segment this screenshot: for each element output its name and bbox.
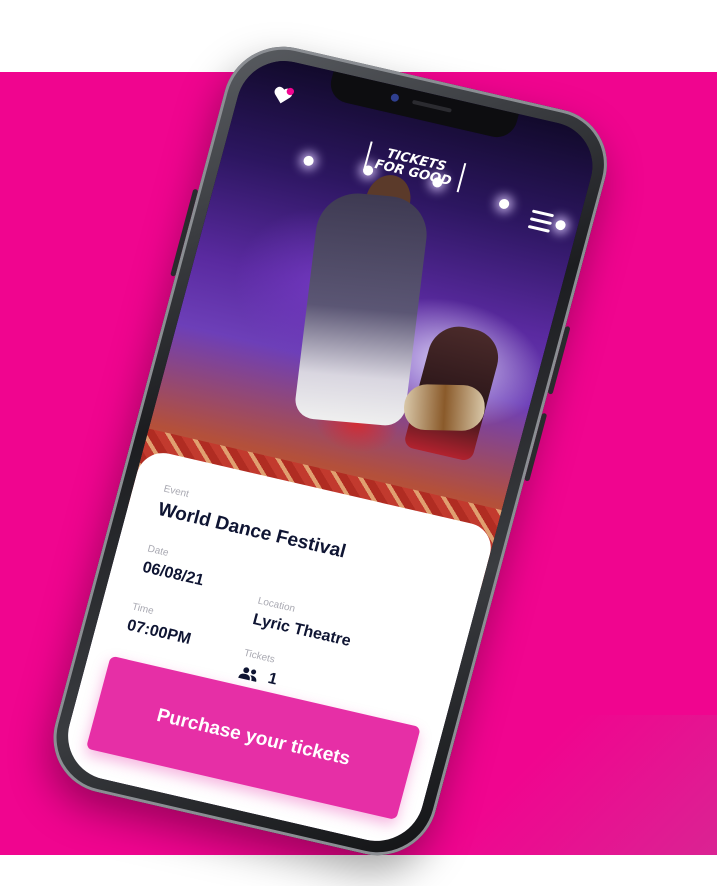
hamburger-line — [529, 217, 553, 226]
time-value: 07:00PM — [125, 616, 193, 648]
tickets-count: 1 — [266, 670, 280, 689]
speaker-grille — [411, 99, 452, 113]
event-label: Event — [162, 483, 191, 501]
people-icon — [238, 667, 257, 682]
event-name: World Dance Festival — [155, 499, 349, 563]
phone-screen: TICKETS FOR GOOD Event World Dance Festi… — [57, 51, 603, 851]
date-value: 06/08/21 — [140, 558, 206, 590]
time-label: Time — [130, 601, 155, 618]
phone-side-button — [547, 325, 571, 395]
hamburger-icon[interactable] — [527, 209, 555, 233]
date-label: Date — [146, 543, 170, 559]
phone-frame: TICKETS FOR GOOD Event World Dance Festi… — [40, 35, 620, 867]
camera-icon — [389, 92, 400, 103]
phone-side-button — [524, 412, 548, 482]
drum — [402, 383, 486, 432]
tickets-label: Tickets — [242, 647, 276, 666]
location-value: Lyric Theatre — [250, 611, 353, 651]
